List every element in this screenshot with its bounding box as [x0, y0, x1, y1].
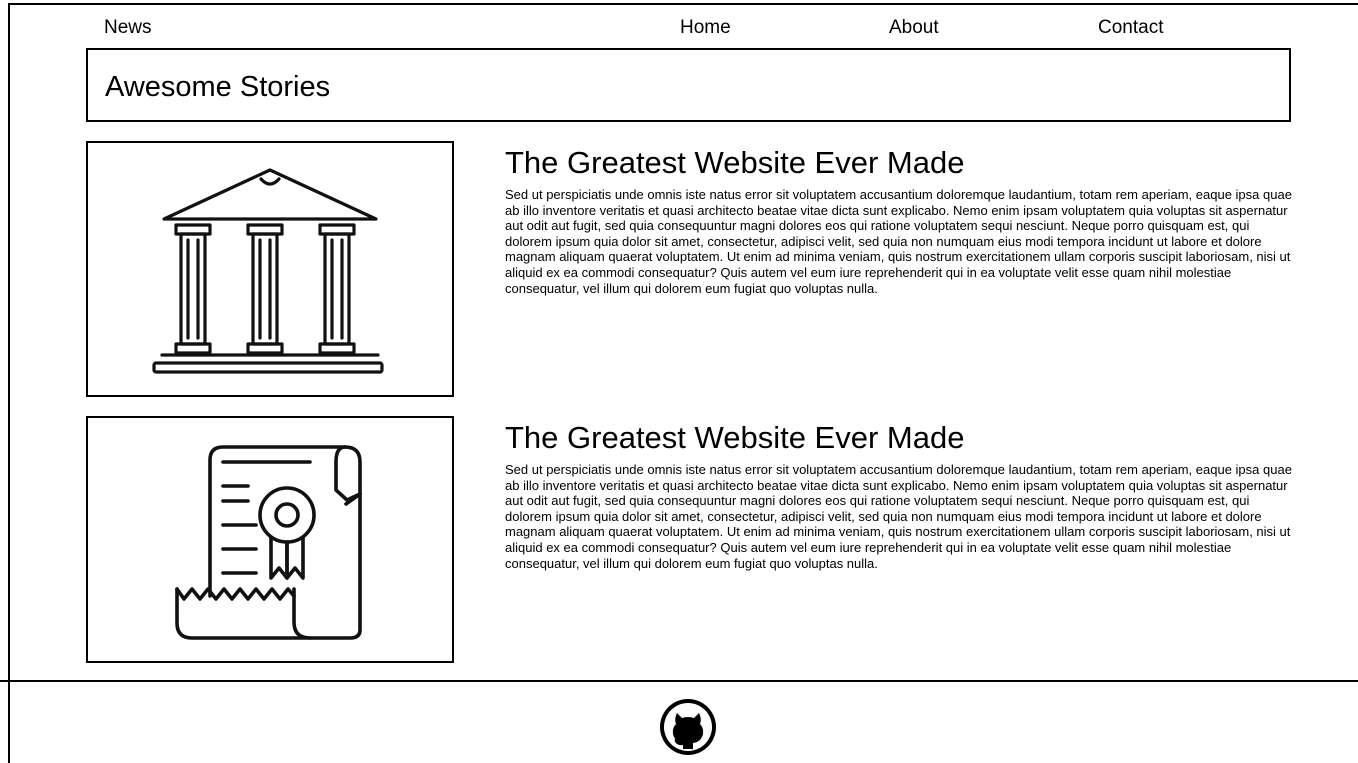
story-body: Sed ut perspiciatis unde omnis iste natu… — [505, 187, 1292, 296]
story-image-box — [86, 416, 454, 663]
story-card: The Greatest Website Ever Made Sed ut pe… — [505, 143, 1295, 296]
top-nav: News Home About Contact — [0, 14, 1358, 42]
story-image-box — [86, 141, 454, 397]
story-body: Sed ut perspiciatis unde omnis iste natu… — [505, 462, 1292, 571]
story-title: The Greatest Website Ever Made — [505, 420, 965, 455]
story-title: The Greatest Website Ever Made — [505, 145, 965, 180]
banner: Awesome Stories — [86, 48, 1291, 122]
page-title: Awesome Stories — [105, 71, 331, 103]
nav-link-contact[interactable]: Contact — [1098, 14, 1163, 42]
nav-brand-news[interactable]: News — [104, 14, 152, 42]
nav-link-home[interactable]: Home — [680, 14, 731, 42]
bank-building-icon — [152, 168, 384, 374]
nav-link-about[interactable]: About — [889, 14, 939, 42]
footer-divider — [0, 680, 1358, 682]
story-card: The Greatest Website Ever Made Sed ut pe… — [505, 418, 1295, 571]
github-icon[interactable] — [658, 697, 718, 757]
certificate-scroll-icon — [175, 445, 362, 640]
